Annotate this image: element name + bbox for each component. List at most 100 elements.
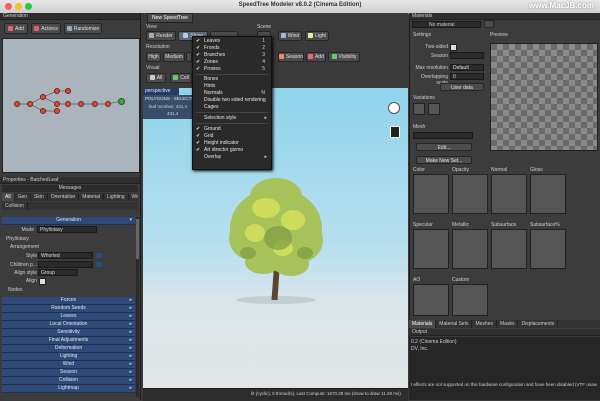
scene-add-button[interactable]: Add: [306, 52, 326, 62]
make-new-set-button[interactable]: Make New Set...: [416, 156, 472, 164]
map-slot-opacity[interactable]: [452, 174, 488, 214]
tab-material[interactable]: Material: [79, 193, 105, 201]
graph-node[interactable]: [54, 101, 60, 107]
section-generation[interactable]: Generation ▾: [2, 217, 135, 225]
properties-scrollbar[interactable]: [136, 217, 139, 397]
menu-item-grid[interactable]: ✔ Grid: [193, 133, 271, 140]
tab-new-speedtree[interactable]: New SpeedTree: [147, 13, 193, 23]
graph-node[interactable]: [65, 88, 71, 94]
graph-node[interactable]: [40, 108, 46, 114]
camera-gizmo-icon[interactable]: [390, 126, 400, 138]
visibility-button[interactable]: Visibility: [328, 52, 360, 62]
generation-graph[interactable]: [2, 38, 140, 173]
menu-item-hints[interactable]: Hints: [193, 83, 271, 90]
wind-button[interactable]: Wind: [278, 31, 302, 41]
menu-item-cages[interactable]: Cages: [193, 104, 271, 111]
map-slot-gloss[interactable]: [530, 174, 566, 214]
map-slot-custom[interactable]: [452, 284, 488, 316]
mode-select[interactable]: Phyllotaxy: [37, 226, 97, 233]
actions-button[interactable]: Actions: [31, 23, 61, 34]
graph-node-selected[interactable]: [118, 98, 125, 105]
section-lightmap[interactable]: Lightmap ▸: [2, 385, 135, 393]
graph-node[interactable]: [54, 88, 60, 94]
edit-mesh-button[interactable]: Edit...: [416, 143, 472, 151]
menu-item-selection-style[interactable]: Selection style ▸: [193, 115, 271, 122]
viewport-mode-label[interactable]: perspective: [143, 88, 179, 95]
children-field[interactable]: [38, 261, 93, 268]
render-button[interactable]: Render: [146, 31, 176, 41]
scrollbar-thumb[interactable]: [136, 219, 139, 259]
graph-node[interactable]: [78, 101, 84, 107]
tab-lighting[interactable]: Lighting: [104, 193, 129, 201]
tab-materials[interactable]: Materials: [409, 320, 437, 328]
tab-collision[interactable]: Collision: [2, 202, 28, 210]
style-select[interactable]: Whorled: [38, 252, 93, 259]
menu-item-branches[interactable]: ✔ Branches 3: [193, 52, 271, 59]
menu-item-bones[interactable]: Bones: [193, 76, 271, 83]
menu-item-normals[interactable]: Normals N: [193, 90, 271, 97]
tab-wind[interactable]: Wind: [128, 193, 138, 201]
tab-all[interactable]: All: [2, 193, 15, 201]
visual-all-button[interactable]: All: [146, 73, 166, 83]
visual-coll-button[interactable]: Coll: [170, 73, 192, 83]
graph-node[interactable]: [105, 101, 111, 107]
add-button[interactable]: Add: [4, 23, 28, 34]
section-deformation[interactable]: Deformation ▸: [2, 345, 135, 353]
tab-meshes[interactable]: Meshes: [472, 320, 497, 328]
tab-orientation[interactable]: Orientation: [47, 193, 80, 201]
variation-swatch[interactable]: [413, 103, 425, 115]
light-button[interactable]: Light: [305, 31, 329, 41]
two-sided-checkbox[interactable]: [450, 44, 457, 51]
tab-masks[interactable]: Masks: [497, 320, 519, 328]
tab-gen[interactable]: Gen: [14, 193, 32, 201]
link-icon[interactable]: [96, 262, 102, 267]
graph-node[interactable]: [40, 94, 46, 100]
material-select[interactable]: No material: [412, 21, 481, 28]
section-forces[interactable]: Forces ▸: [2, 297, 135, 305]
menu-item-zones[interactable]: ✔ Zones 4: [193, 59, 271, 66]
section-local-orientation[interactable]: Local Orientation ▸: [2, 321, 135, 329]
section-collision[interactable]: Collision ▸: [2, 377, 135, 385]
menu-item-proxies[interactable]: ✔ Proxies 5: [193, 66, 271, 73]
max-resolution-select[interactable]: Default: [450, 64, 484, 71]
menu-item-fronds[interactable]: ✔ Fronds 2: [193, 45, 271, 52]
map-slot-specular[interactable]: [413, 229, 449, 269]
material-preview[interactable]: [490, 43, 598, 151]
menu-item-leaves[interactable]: ✔ Leaves 1: [193, 38, 271, 45]
menu-item-overlay[interactable]: Overlay ▸: [193, 154, 271, 161]
tab-material-sets[interactable]: Material Sets: [436, 320, 473, 328]
map-slot-normal[interactable]: [491, 174, 527, 214]
map-slot-subsurface[interactable]: [491, 229, 527, 269]
menu-item-height-indicator[interactable]: ✔ Height indicator: [193, 140, 271, 147]
align-style-select[interactable]: Group: [38, 269, 78, 276]
map-slot-color[interactable]: [413, 174, 449, 214]
graph-node-root[interactable]: [14, 101, 20, 107]
menu-item-art-director-gizmo[interactable]: ✔ Art director gizmo: [193, 147, 271, 154]
graph-node[interactable]: [54, 108, 60, 114]
overlapping-scale-field[interactable]: 0: [450, 73, 484, 80]
map-slot-ao[interactable]: [413, 284, 449, 316]
section-sensitivity[interactable]: Sensitivity ▸: [2, 329, 135, 337]
season-button[interactable]: Season: [278, 52, 304, 62]
resolution-high-button[interactable]: High: [146, 52, 161, 62]
section-wind[interactable]: Wind ▸: [2, 361, 135, 369]
material-options-button[interactable]: [484, 20, 494, 28]
link-icon[interactable]: [96, 253, 102, 258]
section-random-seeds[interactable]: Random Seeds ▸: [2, 305, 135, 313]
graph-node[interactable]: [27, 101, 33, 107]
orientation-gizmo-icon[interactable]: [388, 102, 400, 114]
mesh-select[interactable]: [413, 132, 473, 139]
tab-skin[interactable]: Skin: [31, 193, 48, 201]
graph-node[interactable]: [65, 101, 71, 107]
align-checkbox[interactable]: [39, 278, 46, 285]
section-leaves[interactable]: Leaves ▸: [2, 313, 135, 321]
output-console[interactable]: 0.2 (Cinema Edition) DV, Inc. t effects …: [409, 337, 600, 400]
menu-item-disable-two-sided[interactable]: Disable two sided rendering: [193, 97, 271, 104]
tab-displacements[interactable]: Displacements: [518, 320, 559, 328]
menu-item-ground[interactable]: ✔ Ground: [193, 126, 271, 133]
section-final-adjustments[interactable]: Final Adjustments ▸: [2, 337, 135, 345]
messages-bar[interactable]: Messages: [2, 185, 138, 192]
user-data-button[interactable]: User data: [440, 83, 484, 91]
variation-swatch[interactable]: [428, 103, 440, 115]
viewport-3d[interactable]: perspective POLYGONS - SELECTE leaf mesh…: [143, 88, 408, 388]
